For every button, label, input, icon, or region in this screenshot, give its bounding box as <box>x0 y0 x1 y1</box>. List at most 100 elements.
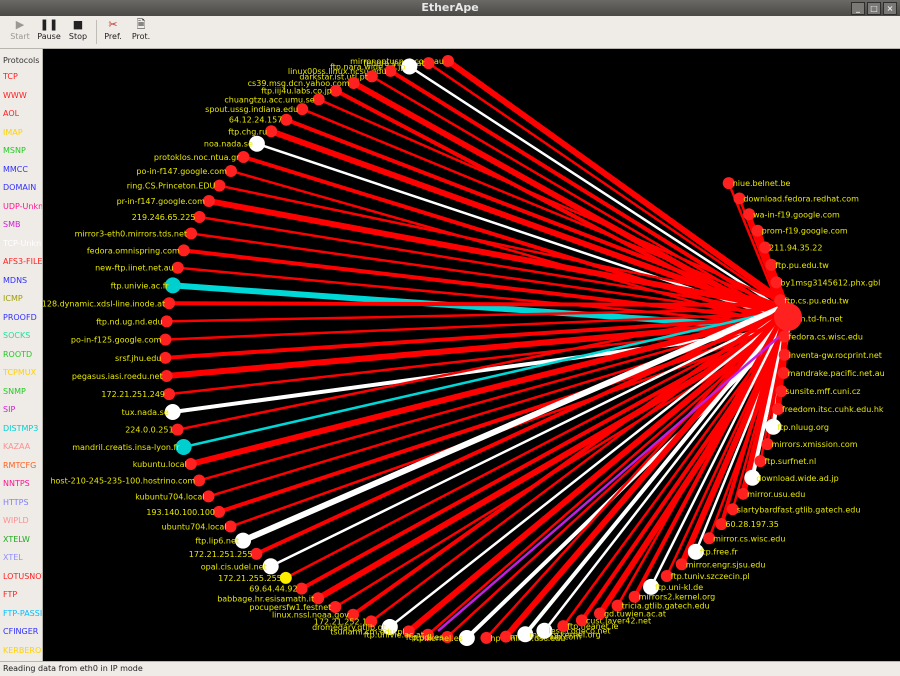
host-label: ftp.nluug.org <box>777 423 829 432</box>
protocol-item: PROOFD <box>3 312 37 322</box>
protocols-button[interactable]: 🗎 Prot. <box>126 18 156 46</box>
toolbar: ▶ Start ❚❚ Pause ■ Stop ✂ Pref. 🗎 Prot. <box>0 16 900 49</box>
host-label: mirror.cs.wisc.edu <box>713 534 785 543</box>
host-label: mirror.usu.edu <box>747 490 805 499</box>
host-label: ftp.chg.ru <box>228 127 267 136</box>
host-label: 219.246.65.225 <box>132 213 196 222</box>
protocol-item: XTEL <box>3 553 23 562</box>
protocol-item: XTELW <box>3 534 30 544</box>
graph-svg: mirror.optusnet.com.aufedora.inode.atftp… <box>0 55 885 647</box>
minimize-button[interactable]: _ <box>851 2 865 15</box>
host-label: opal.cis.udel.net <box>201 562 267 571</box>
protocol-item: LOTUSNOTE <box>3 571 42 581</box>
host-label: gd.tuwien.ac.at <box>604 610 666 619</box>
protocol-item: SOCKS <box>3 331 31 340</box>
host-label: ftp.surfnet.nl <box>764 457 816 466</box>
local-host-node[interactable] <box>774 303 802 331</box>
preferences-button[interactable]: ✂ Pref. <box>98 18 128 46</box>
stop-icon: ■ <box>72 18 84 31</box>
stop-label: Stop <box>68 32 88 41</box>
host-label: tux.nada.se <box>122 408 169 417</box>
host-label: chuangtzu.acc.umu.se <box>224 95 314 104</box>
host-label: ftp.nd.ug.nd.edu <box>96 317 163 326</box>
host-label: 172.21.251.249 <box>101 390 165 399</box>
host-label: mirror3-eth0.mirrors.tds.net <box>75 229 187 238</box>
host-label: inventa-gw.rocprint.net <box>789 351 882 360</box>
title-bar: EtherApe _ □ × <box>0 0 900 16</box>
traffic-link <box>300 107 790 311</box>
protocol-item: MSNP <box>3 146 26 155</box>
host-label: 69.64.44.92 <box>249 585 297 594</box>
traffic-link <box>167 301 790 307</box>
protocol-item: UDP-Unkn <box>3 201 42 211</box>
protocol-item: ICMP <box>3 294 23 303</box>
protocol-item: AFS3-FILE <box>3 257 42 266</box>
protocol-item: TCPMUX <box>3 368 37 377</box>
document-icon: 🗎 <box>136 18 146 31</box>
start-label: Start <box>10 32 30 41</box>
host-label: niue.belnet.be <box>733 179 791 188</box>
host-label: wa-in-f19.google.com <box>753 210 840 219</box>
host-label: ftp.univie.ac.fr <box>111 281 170 290</box>
close-button[interactable]: × <box>883 2 897 15</box>
host-label: po-in-f125.google.com <box>71 336 162 345</box>
protocol-item: DISTMP3 <box>3 423 39 433</box>
maximize-button[interactable]: □ <box>867 2 881 15</box>
protocol-item: FTP-PASSIVE <box>3 608 42 618</box>
host-label: po-in-f147.google.com <box>136 167 227 176</box>
protocol-item: AOL <box>3 109 20 118</box>
host-label: freedom.itsc.cuhk.edu.hk <box>782 405 884 414</box>
start-button[interactable]: ▶ Start <box>5 18 35 46</box>
host-label: sunsite.mff.cuni.cz <box>785 387 860 396</box>
protocol-item: IMAP <box>3 127 23 137</box>
host-label: 211.94.35.22 <box>769 244 822 253</box>
host-label: babbage.hr.esisamath.it <box>217 594 314 603</box>
protocol-item: SIP <box>3 405 16 414</box>
protocol-item: ROOTD <box>3 349 33 359</box>
host-label: pegasus.iasi.roedu.net <box>72 372 163 381</box>
protocol-item: KAZAA <box>3 442 31 451</box>
host-label: mandril.creatis.insa-lyon.fr <box>72 443 180 452</box>
host-label: ftp.pu.edu.tw <box>775 261 829 270</box>
pause-icon: ❚❚ <box>39 18 59 31</box>
host-label: ftp.uni-kl.de <box>655 583 703 592</box>
host-label: ftp.cs.pu.edu.tw <box>784 296 849 305</box>
host-label: ftp.tuniv.szczecin.pl <box>671 572 750 581</box>
host-label: ftp.lip6.net <box>195 537 239 546</box>
host-label: prom-f19.google.com <box>762 227 848 236</box>
protocol-item: TCP-Unkn <box>3 238 42 248</box>
host-label: protoklos.noc.ntua.gr <box>154 153 240 162</box>
host-label: 172.21.251.255 <box>189 550 253 559</box>
window-title: EtherApe <box>421 1 479 14</box>
host-label: 224.0.0.251 <box>125 426 173 435</box>
host-label: ftp.free.fr <box>700 548 739 557</box>
host-label: host-210-245-235-100.hostrino.com <box>50 476 195 485</box>
protocol-item: MMCC <box>3 164 28 174</box>
status-text: Reading data from eth0 in IP mode <box>3 664 143 673</box>
pause-button[interactable]: ❚❚ Pause <box>34 18 64 46</box>
protocols-panel: Protocols TCP WWW AOL IMAP MSNP MMCC DOMAIN UDP… <box>0 49 43 661</box>
host-label: srsf.jhu.edu <box>115 354 161 363</box>
host-label: noa.nada.se <box>204 140 253 149</box>
host-label: slartybardfast.gtlib.gatech.edu <box>737 505 861 514</box>
network-graph[interactable]: mirror.optusnet.com.au fedora.inode.at ftp… <box>0 49 900 661</box>
host-label: download.wide.ad.jp <box>756 474 838 483</box>
host-label: fedora.cs.wisc.edu <box>788 333 863 342</box>
host-label: spout.ussg.indiana.edu <box>205 105 298 114</box>
protocol-item: NNTPS <box>3 479 30 488</box>
host-label: tricia.gtlib.gatech.edu <box>622 602 710 611</box>
toolbar-separator <box>96 20 97 44</box>
traffic-link <box>405 314 791 635</box>
status-bar: Reading data from eth0 in IP mode <box>0 661 900 676</box>
stop-button[interactable]: ■ Stop <box>63 18 93 46</box>
window-controls: _ □ × <box>851 2 897 15</box>
host-label: 64.12.24.157 <box>229 116 282 125</box>
host-label: download.fedora.redhat.com <box>743 194 859 203</box>
play-icon: ▶ <box>15 18 25 31</box>
protocols-title: Protocols <box>3 56 40 65</box>
protocol-item: MDNS <box>3 275 28 285</box>
host-label: by1msg3145612.phx.gbl <box>780 278 880 287</box>
host-label: pr-in-f147.google.com <box>117 197 205 206</box>
host-label: ftp.kernel.es <box>413 634 463 643</box>
protocol-item: RMTCFG <box>3 460 37 470</box>
